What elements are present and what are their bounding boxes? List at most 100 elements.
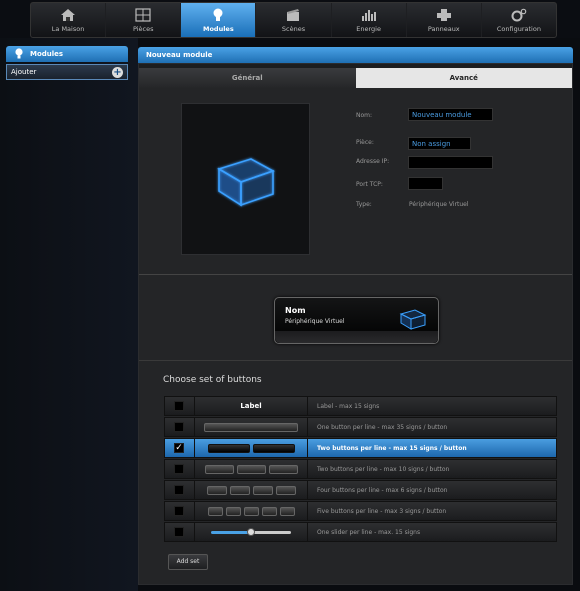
button-preview (207, 443, 250, 453)
button-preview (225, 506, 241, 516)
button-preview (268, 464, 298, 474)
button-preview (252, 485, 273, 495)
row-preview (195, 439, 307, 457)
rooms-icon (135, 8, 151, 22)
name-input[interactable]: Nouveau module (408, 108, 493, 121)
row-description: Two buttons per line - max 15 signs / bu… (317, 444, 467, 452)
button-preview (243, 506, 259, 516)
card-footer (275, 331, 438, 343)
divider (307, 418, 308, 436)
button-set-title: Choose set of buttons (163, 375, 262, 385)
nav-label: Panneaux (427, 25, 460, 33)
module-image (181, 103, 310, 255)
panels-icon (436, 9, 451, 21)
sidebar: Modules Ajouter + (0, 38, 138, 591)
row-preview (195, 481, 307, 499)
add-set-button[interactable]: Add set (168, 554, 208, 570)
row-preview (195, 460, 307, 478)
preview-type: Périphérique Virtuel (285, 318, 345, 325)
button-set-row-label[interactable]: Label Label - max 15 signs (164, 396, 557, 416)
sidebar-item-label: Ajouter (11, 68, 37, 76)
module-preview-card: Nom Périphérique Virtuel (274, 297, 439, 344)
bulb-icon (15, 48, 23, 59)
button-preview (204, 464, 234, 474)
row-checkbox[interactable] (174, 527, 184, 537)
tab-general[interactable]: Général (139, 68, 356, 88)
button-set-row-five[interactable]: Five buttons per line - max 3 signs / bu… (164, 501, 557, 521)
row-checkbox[interactable] (174, 422, 184, 432)
nav-item-pieces[interactable]: Pièces (106, 3, 182, 37)
row-description: Two buttons per line - max 10 signs / bu… (317, 465, 450, 473)
nav-label: Energie (356, 25, 381, 33)
row-description: Label - max 15 signs (317, 402, 380, 410)
button-preview (206, 485, 227, 495)
row-preview: Label (195, 397, 307, 415)
tab-avance[interactable]: Avancé (355, 68, 572, 88)
type-label: Type: (356, 201, 372, 208)
gear-icon (511, 8, 527, 22)
button-set-row-slider[interactable]: One slider per line - max. 15 signs (164, 522, 557, 542)
nav-item-energie[interactable]: Energie (332, 3, 407, 37)
nav-label: La Maison (51, 25, 85, 33)
row-description: One button per line - max 35 signs / but… (317, 423, 448, 431)
divider (307, 502, 308, 520)
nav-label: Configuration (496, 25, 541, 33)
port-input[interactable] (408, 177, 443, 190)
row-preview (195, 418, 307, 436)
button-preview (229, 485, 250, 495)
button-preview (275, 485, 296, 495)
nav-item-la-maison[interactable]: La Maison (31, 3, 107, 37)
room-select[interactable]: Non assign (408, 137, 471, 150)
type-value: Périphérique Virtuel (409, 201, 469, 208)
row-preview (195, 523, 307, 541)
divider (307, 523, 308, 541)
slider-preview (211, 527, 291, 536)
bulb-icon (213, 8, 223, 21)
nav-item-scenes[interactable]: Scènes (256, 3, 332, 37)
row-preview (195, 502, 307, 520)
module-info-panel: Nom: Nouveau module Pièce: Non assign Ad… (139, 88, 572, 275)
button-set-row-two-15[interactable]: ✓ Two buttons per line - max 15 signs / … (164, 438, 557, 458)
nav-item-modules[interactable]: Modules (181, 3, 257, 37)
ip-label: Adresse IP: (356, 158, 390, 165)
label-sample: Label (240, 402, 262, 410)
cube-icon (216, 158, 275, 207)
scenes-icon (287, 9, 300, 21)
energy-chart-icon (361, 10, 376, 21)
top-navigation: La Maison Pièces Modules Scènes Energie … (0, 0, 580, 38)
sidebar-title: Modules (30, 50, 64, 58)
nav-item-panneaux[interactable]: Panneaux (407, 3, 482, 37)
nav-bar: La Maison Pièces Modules Scènes Energie … (30, 2, 557, 38)
row-checkbox[interactable] (174, 506, 184, 516)
button-preview (261, 506, 277, 516)
divider (307, 439, 308, 457)
button-set-table: Label Label - max 15 signs One button pe… (164, 396, 557, 543)
nav-label: Scènes (281, 25, 306, 33)
button-set-row-two-10[interactable]: Two buttons per line - max 10 signs / bu… (164, 459, 557, 479)
plus-icon[interactable]: + (112, 66, 123, 78)
button-preview (204, 422, 298, 432)
row-checkbox[interactable] (174, 464, 184, 474)
button-preview (207, 506, 223, 516)
row-description: One slider per line - max. 15 signs (317, 528, 421, 536)
tab-bar: Général Avancé (139, 68, 572, 88)
divider (307, 460, 308, 478)
button-preview (252, 443, 295, 453)
ip-input[interactable] (408, 156, 493, 169)
button-set-row-one[interactable]: One button per line - max 35 signs / but… (164, 417, 557, 437)
room-label: Pièce: (356, 139, 374, 146)
button-set-row-four[interactable]: Four buttons per line - max 6 signs / bu… (164, 480, 557, 500)
row-checkbox[interactable]: ✓ (174, 443, 184, 453)
main-panel: Général Avancé Nom: Nouveau module Pièce… (138, 63, 573, 585)
nav-item-configuration[interactable]: Configuration (482, 3, 556, 37)
page-title: Nouveau module (138, 47, 573, 63)
port-label: Port TCP: (356, 181, 383, 188)
button-preview (279, 506, 295, 516)
house-icon (61, 9, 76, 21)
nav-label: Pièces (132, 25, 154, 33)
row-checkbox[interactable] (174, 485, 184, 495)
preview-panel: Nom Périphérique Virtuel (139, 275, 572, 361)
slider-handle (247, 527, 255, 536)
sidebar-item-ajouter[interactable]: Ajouter + (6, 64, 128, 80)
row-checkbox[interactable] (174, 401, 184, 411)
